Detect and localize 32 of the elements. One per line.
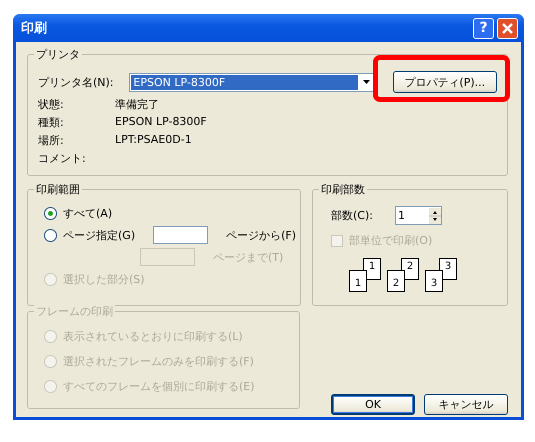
option-label: すべてのフレームを個別に印刷する(E)	[63, 379, 255, 394]
cancel-button[interactable]: キャンセル	[424, 394, 508, 415]
printer-dropdown[interactable]: EPSON LP-8300F	[129, 72, 375, 92]
info-value: LPT:PSAE0D-1	[115, 133, 192, 147]
field-label: プリンタ名(N):	[38, 74, 115, 90]
info-value: EPSON LP-8300F	[115, 115, 207, 129]
option-label: すべて(A)	[63, 206, 112, 220]
info-value: 準備完了	[115, 97, 159, 111]
copies-spinner[interactable]: 1	[394, 206, 442, 225]
field-label: ページから(F)	[226, 228, 296, 242]
group-label: フレームの印刷	[34, 304, 115, 319]
option-label: 選択されたフレームのみを印刷する(F)	[63, 354, 254, 369]
help-button[interactable]: ?	[473, 18, 494, 38]
option-label: ページ指定(G)	[63, 228, 136, 242]
collate-drawing: 1 1 2 2 3 3	[349, 258, 459, 292]
group-label: 印刷範囲	[34, 182, 82, 197]
info-label: コメント:	[38, 151, 87, 165]
option-label: 選択した部分(S)	[63, 272, 145, 286]
info-label: 種類:	[38, 115, 65, 129]
info-label: 状態:	[38, 97, 65, 111]
info-label: 場所:	[38, 133, 65, 147]
checkbox-label: 部単位で印刷(O)	[349, 233, 432, 248]
field-label: 部数(C):	[331, 208, 373, 223]
window-title: 印刷	[21, 20, 47, 37]
ok-button[interactable]: OK	[331, 394, 415, 415]
selected-printer: EPSON LP-8300F	[131, 74, 358, 90]
group-label: 印刷部数	[319, 182, 367, 197]
copies-value: 1	[398, 209, 405, 222]
option-label: 表示されているとおりに印刷する(L)	[63, 329, 243, 344]
group-label: プリンタ	[34, 47, 82, 62]
field-label: ページまで(T)	[213, 250, 284, 264]
properties-button[interactable]: プロパティ(P)...	[392, 71, 498, 93]
